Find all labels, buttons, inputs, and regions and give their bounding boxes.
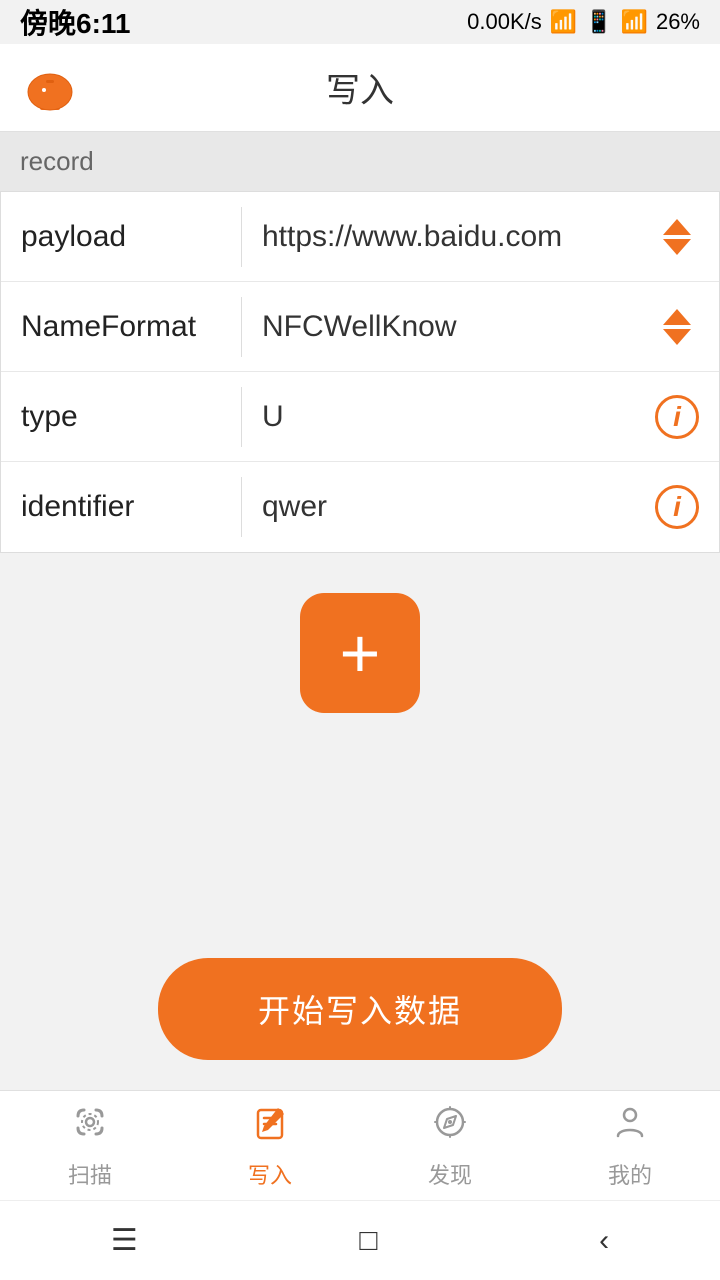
nav-item-write[interactable]: 写入 — [180, 1092, 360, 1200]
nav-label-scan: 扫描 — [68, 1158, 112, 1190]
system-nav-bar: ☰ □ ‹ — [0, 1200, 720, 1280]
row-divider — [241, 297, 242, 357]
arrow-up-icon[interactable] — [663, 219, 691, 235]
sys-nav-home[interactable]: □ — [329, 1214, 407, 1268]
sys-nav-menu[interactable]: ☰ — [81, 1213, 168, 1268]
nav-label-write: 写入 — [248, 1158, 292, 1190]
top-bar: 写入 — [0, 44, 720, 132]
info-icon-identifier[interactable]: i — [655, 485, 699, 529]
spinner-nameformat[interactable] — [655, 305, 699, 349]
sim-icon: 📱 — [585, 9, 612, 35]
bottom-nav: 扫描 写入 发现 — [0, 1090, 720, 1200]
arrow-down-icon[interactable] — [663, 329, 691, 345]
record-value-identifier[interactable]: qwer — [262, 490, 655, 524]
status-time: 傍晚6:11 — [20, 2, 131, 42]
nav-item-mine[interactable]: 我的 — [540, 1092, 720, 1200]
battery-text: 26% — [656, 9, 700, 35]
row-divider — [241, 207, 242, 267]
write-icon — [250, 1102, 290, 1152]
nav-item-discover[interactable]: 发现 — [360, 1092, 540, 1200]
arrow-down-icon[interactable] — [663, 239, 691, 255]
plus-icon: + — [340, 618, 381, 688]
status-right: 0.00K/s 📶 📱 📶 26% — [467, 9, 700, 35]
arrow-up-icon[interactable] — [663, 309, 691, 325]
nav-label-mine: 我的 — [608, 1158, 652, 1190]
nav-item-scan[interactable]: 扫描 — [0, 1092, 180, 1200]
record-row-identifier: identifier qwer i — [1, 462, 719, 552]
wifi-icon: 📶 — [621, 9, 648, 35]
record-row-type: type U i — [1, 372, 719, 462]
record-card: payload https://www.baidu.com NameFormat… — [0, 191, 720, 553]
section-label: record — [0, 132, 720, 191]
discover-icon — [430, 1102, 470, 1152]
mine-icon — [610, 1102, 650, 1152]
info-identifier[interactable]: i — [655, 485, 699, 529]
record-key-identifier: identifier — [21, 490, 241, 524]
info-type[interactable]: i — [655, 395, 699, 439]
row-divider — [241, 477, 242, 537]
record-value-nameformat[interactable]: NFCWellKnow — [262, 310, 655, 344]
record-value-payload[interactable]: https://www.baidu.com — [262, 220, 655, 254]
record-row-nameformat: NameFormat NFCWellKnow — [1, 282, 719, 372]
app-logo — [20, 58, 80, 118]
record-row-payload: payload https://www.baidu.com — [1, 192, 719, 282]
write-data-button[interactable]: 开始写入数据 — [158, 958, 562, 1060]
status-bar: 傍晚6:11 0.00K/s 📶 📱 📶 26% — [0, 0, 720, 44]
record-key-payload: payload — [21, 220, 241, 254]
add-record-button[interactable]: + — [300, 593, 420, 713]
bluetooth-icon: 📶 — [550, 9, 577, 35]
content-spacer — [0, 733, 720, 938]
write-button-container: 开始写入数据 — [0, 938, 720, 1090]
row-divider — [241, 387, 242, 447]
record-key-nameformat: NameFormat — [21, 310, 241, 344]
write-button-label: 开始写入数据 — [258, 993, 462, 1029]
info-icon-type[interactable]: i — [655, 395, 699, 439]
nav-label-discover: 发现 — [428, 1158, 472, 1190]
record-key-type: type — [21, 400, 241, 434]
scan-icon — [70, 1102, 110, 1152]
add-button-container: + — [0, 553, 720, 733]
status-network: 0.00K/s — [467, 9, 542, 35]
sys-nav-back[interactable]: ‹ — [569, 1214, 639, 1268]
record-value-type[interactable]: U — [262, 400, 655, 434]
page-title: 写入 — [326, 63, 394, 112]
spinner-payload[interactable] — [655, 215, 699, 259]
